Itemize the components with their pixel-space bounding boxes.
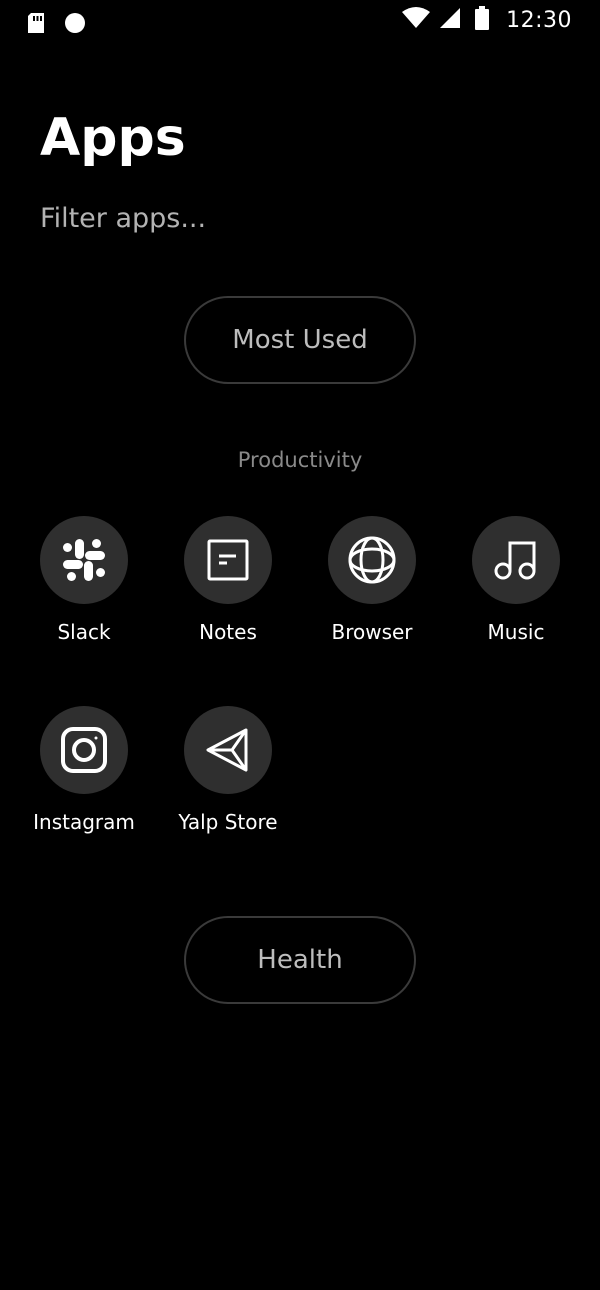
- app-label: Yalp Store: [178, 810, 278, 834]
- most-used-label: Most Used: [232, 325, 368, 355]
- status-bar-right: 12:30: [402, 6, 572, 34]
- app-label: Music: [487, 620, 545, 644]
- app-label: Browser: [331, 620, 413, 644]
- health-label: Health: [257, 945, 343, 975]
- app-drawer-screen: 12:30 Apps Most Used Productivity Slack: [0, 0, 600, 1290]
- app-label: Instagram: [33, 810, 135, 834]
- dot-icon: [64, 12, 86, 38]
- most-used-button[interactable]: Most Used: [184, 296, 416, 384]
- signal-icon: [438, 6, 462, 34]
- status-time: 12:30: [506, 7, 572, 33]
- section-label-productivity: Productivity: [237, 448, 363, 472]
- sd-card-icon: [26, 12, 46, 38]
- filter-apps-input[interactable]: [40, 196, 560, 240]
- app-slack[interactable]: Slack: [12, 516, 156, 656]
- app-notes[interactable]: Notes: [156, 516, 300, 656]
- notes-icon: [184, 516, 272, 604]
- app-instagram[interactable]: Instagram: [12, 706, 156, 846]
- app-label: Notes: [199, 620, 257, 644]
- status-bar: 12:30: [0, 0, 600, 46]
- health-button[interactable]: Health: [184, 916, 416, 1004]
- app-label: Slack: [57, 620, 111, 644]
- app-yalp-store[interactable]: Yalp Store: [156, 706, 300, 846]
- paper-plane-icon: [184, 706, 272, 794]
- globe-icon: [328, 516, 416, 604]
- app-browser[interactable]: Browser: [300, 516, 444, 656]
- instagram-icon: [40, 706, 128, 794]
- app-music[interactable]: Music: [444, 516, 588, 656]
- wifi-icon: [402, 6, 431, 34]
- battery-icon: [474, 6, 490, 34]
- page-title: Apps: [40, 108, 186, 168]
- status-bar-left: [26, 12, 86, 38]
- slack-icon: [40, 516, 128, 604]
- music-note-icon: [472, 516, 560, 604]
